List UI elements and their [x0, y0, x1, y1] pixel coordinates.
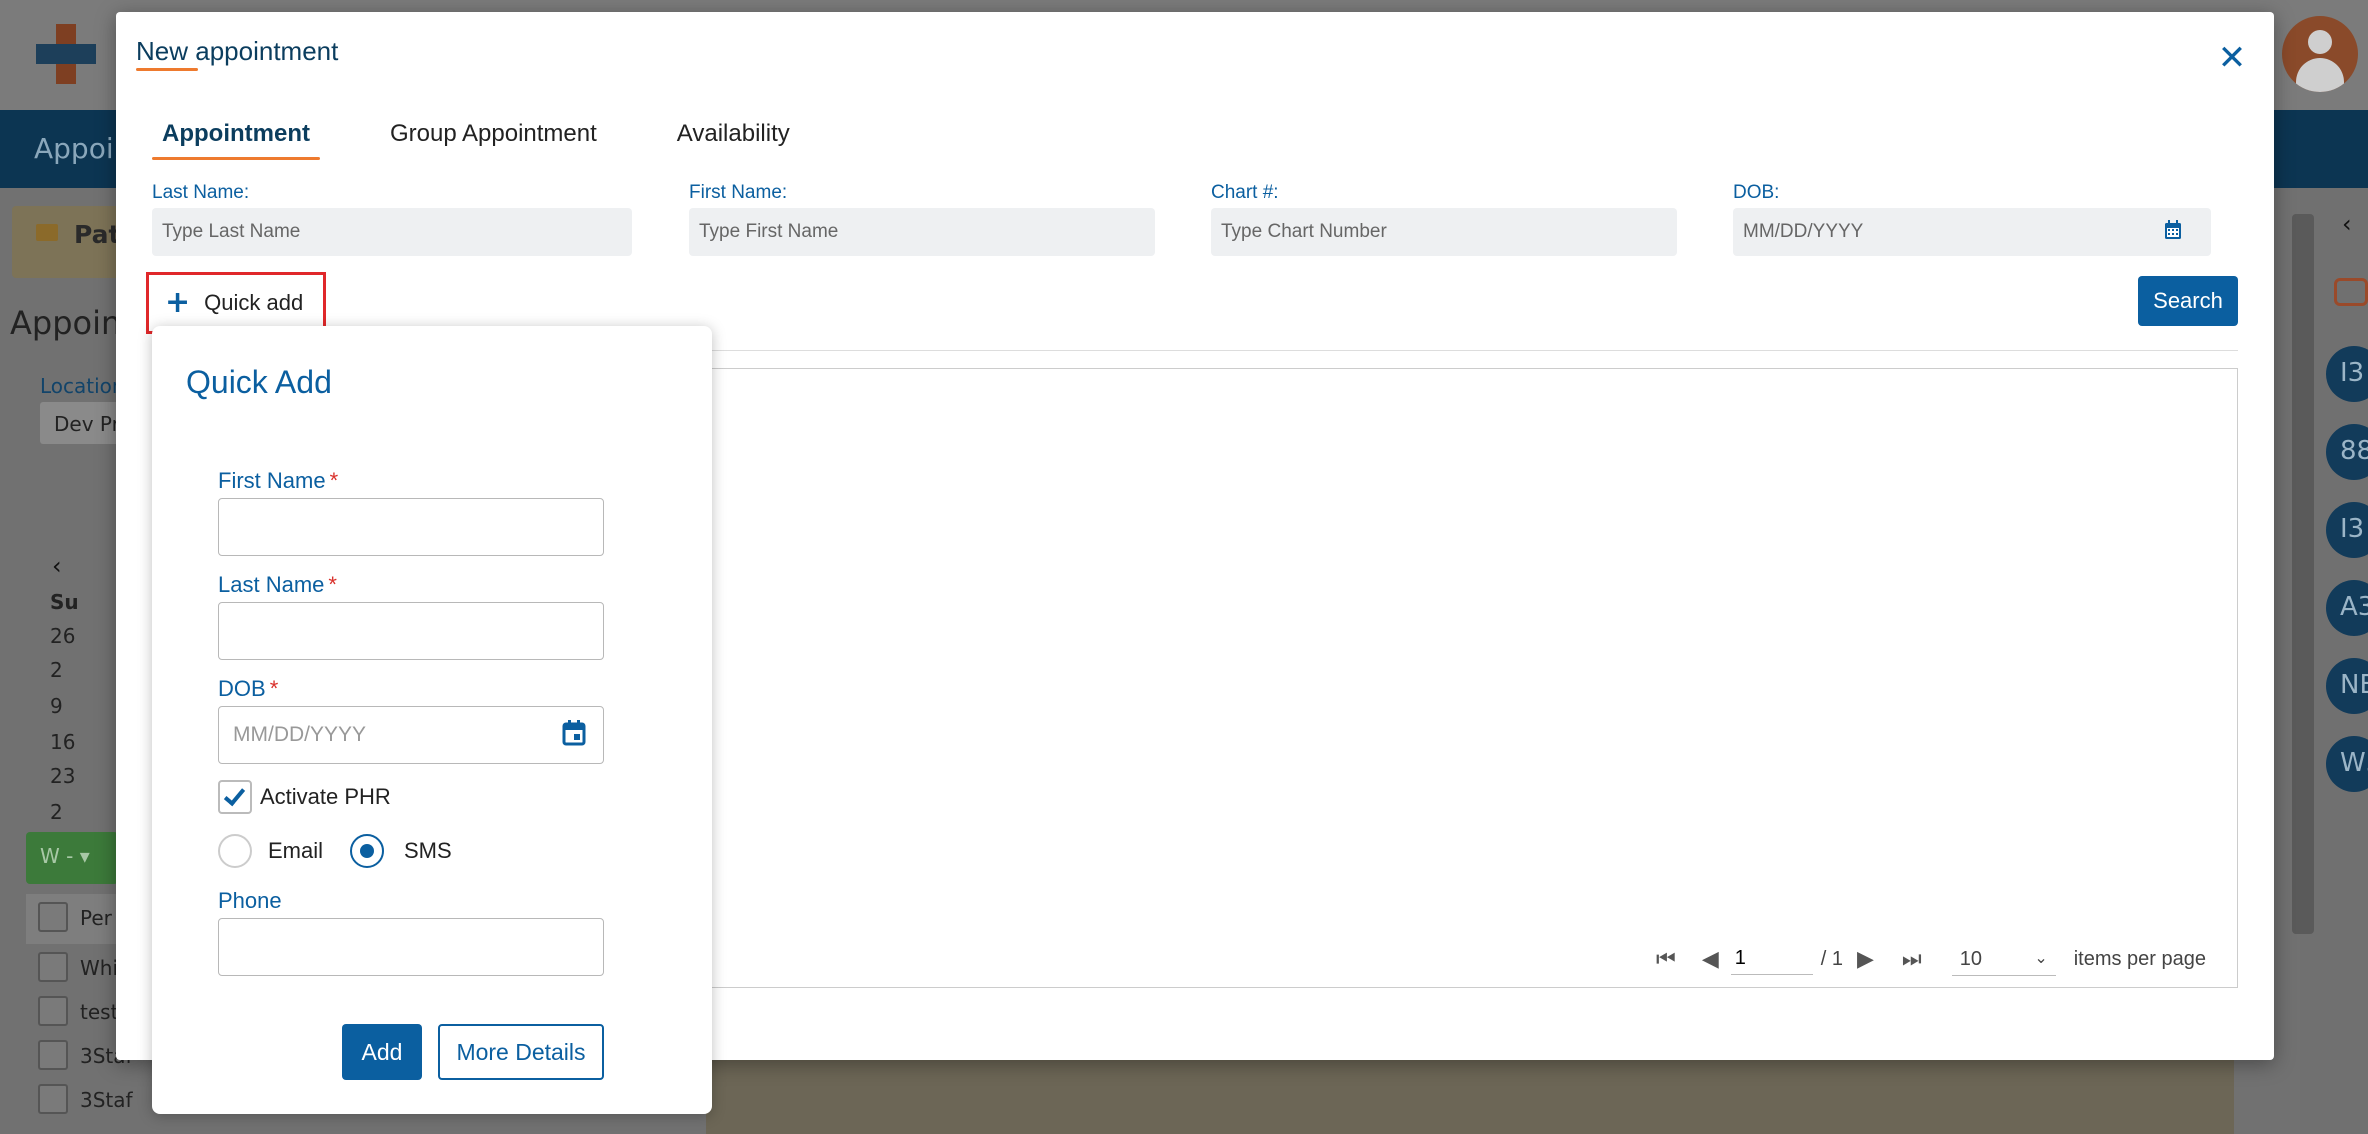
page-number-input[interactable] [1730, 943, 1813, 975]
phone-field[interactable] [218, 918, 604, 976]
list-item-checkbox[interactable] [38, 996, 68, 1026]
page-title: Appoin [10, 304, 122, 342]
calendar-prev-icon[interactable]: ‹ [52, 552, 62, 580]
calendar-date[interactable]: 16 [50, 730, 75, 754]
tab-group-appointment[interactable]: Group Appointment [390, 120, 597, 158]
page-size-select[interactable]: 10 ⌄ [1951, 942, 2056, 976]
calendar-date[interactable]: 2 [50, 800, 63, 824]
appointment-tabs: Appointment Group Appointment Availabili… [152, 120, 870, 160]
quick-add-label: Quick add [204, 290, 304, 315]
required-marker: * [329, 468, 339, 493]
prev-page-icon[interactable]: ◀ [1702, 946, 1719, 972]
list-header-checkbox[interactable] [38, 902, 68, 932]
first-name-search-input[interactable] [689, 208, 1155, 256]
close-icon[interactable]: ✕ [2216, 41, 2248, 75]
first-name-field-label: First Name * [218, 468, 338, 494]
title-underline [136, 68, 198, 71]
activate-phr-label: Activate PHR [260, 784, 391, 809]
dob-field-label: DOB * [218, 676, 278, 702]
nav-item-appointments[interactable]: Appoi [34, 132, 114, 165]
first-page-icon[interactable]: ⏮ [1656, 946, 1676, 972]
email-radio[interactable] [218, 834, 252, 868]
page-scrollbar[interactable] [2292, 214, 2314, 934]
chat-icon[interactable] [2334, 278, 2368, 306]
plus-icon: + [165, 285, 191, 320]
search-button[interactable]: Search [2138, 276, 2238, 326]
list-item-checkbox[interactable] [38, 1040, 68, 1070]
calendar-date[interactable]: 9 [50, 694, 63, 718]
next-page-icon[interactable]: ▶ [1857, 946, 1874, 972]
email-radio-label: Email [268, 838, 324, 863]
tab-appointment[interactable]: Appointment [152, 120, 320, 160]
list-item: test [80, 1000, 119, 1024]
quick-add-button[interactable]: + Quick add [146, 272, 326, 334]
last-page-icon[interactable]: ⏭ [1902, 946, 1922, 972]
add-button[interactable]: Add [342, 1024, 422, 1080]
dob-field[interactable] [218, 706, 604, 764]
list-item-checkbox[interactable] [38, 952, 68, 982]
tab-availability[interactable]: Availability [677, 120, 790, 158]
first-name-label: First Name: [689, 182, 788, 203]
activate-phr-checkbox[interactable] [218, 780, 252, 814]
pager: ⏮ ◀ / 1 ▶ ⏭ 10 ⌄ items per page [1656, 942, 2206, 976]
phone-field-label: Phone [218, 888, 282, 913]
last-name-search-input[interactable] [152, 208, 632, 256]
list-item: 3Staf [80, 1088, 133, 1112]
check-icon [223, 783, 246, 807]
list-header-label: Per [80, 906, 112, 930]
w-filter-button[interactable]: W - ▾ [26, 832, 118, 884]
list-item-checkbox[interactable] [38, 1084, 68, 1114]
chart-number-label: Chart #: [1211, 182, 1279, 203]
envelope-icon [36, 224, 58, 241]
sms-radio-label: SMS [404, 838, 452, 863]
calendar-date[interactable]: 23 [50, 764, 75, 788]
calendar-icon[interactable] [562, 720, 586, 746]
last-name-label: Last Name: [152, 182, 250, 203]
calendar-icon[interactable] [2164, 220, 2182, 240]
quick-add-popover: Quick Add First Name* Last Name* DOB* Ac… [152, 326, 712, 1114]
user-avatar[interactable] [2282, 16, 2358, 92]
results-divider [706, 350, 2238, 351]
required-marker: * [328, 572, 337, 597]
last-name-field-text: Last Name [218, 572, 325, 597]
required-marker: * [269, 676, 279, 701]
popover-title: Quick Add [186, 364, 332, 400]
dob-field-text: DOB [218, 676, 266, 701]
location-label: Location [40, 374, 125, 398]
calendar-weekday: Su [50, 590, 79, 614]
list-item: Whi [80, 956, 119, 980]
dob-search-input[interactable] [1733, 208, 2211, 256]
chevron-down-icon: ⌄ [2034, 950, 2048, 967]
app-logo [36, 24, 96, 84]
sms-radio[interactable] [350, 834, 384, 868]
rail-collapse-icon[interactable]: ‹ [2342, 210, 2352, 238]
total-pages: / 1 [1820, 947, 1843, 970]
first-name-field-text: First Name [218, 468, 326, 493]
results-grid [706, 368, 2238, 988]
calendar-date[interactable]: 2 [50, 658, 63, 682]
last-name-field[interactable] [218, 602, 604, 660]
first-name-field[interactable] [218, 498, 604, 556]
more-details-button[interactable]: More Details [438, 1024, 604, 1080]
calendar-date[interactable]: 26 [50, 624, 75, 648]
schedule-strip [706, 1060, 2234, 1134]
dob-label: DOB: [1733, 182, 1780, 203]
page-size-value: 10 [1959, 948, 1982, 970]
chart-number-search-input[interactable] [1211, 208, 1677, 256]
modal-title: New appointment [136, 36, 339, 66]
last-name-field-label: Last Name * [218, 572, 337, 598]
items-per-page-label: items per page [2073, 947, 2207, 970]
